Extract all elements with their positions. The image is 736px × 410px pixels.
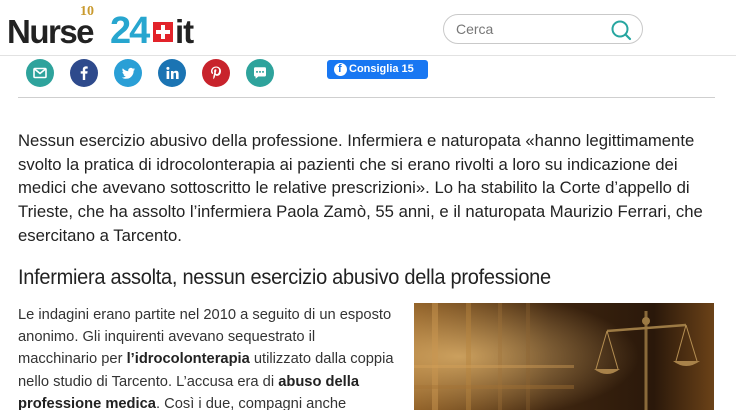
pinterest-share-button[interactable] <box>202 59 230 87</box>
scales-of-justice-photo <box>414 303 714 410</box>
divider <box>18 97 715 98</box>
nurse24-logo[interactable]: Nurse 10 24 it <box>7 4 207 52</box>
logo-number: 24 <box>110 10 150 52</box>
recommend-label: Consiglia 15 <box>349 63 414 75</box>
email-icon <box>33 67 47 79</box>
linkedin-icon <box>166 66 179 79</box>
red-cross-icon <box>153 22 173 42</box>
search-box[interactable] <box>443 14 643 44</box>
facebook-recommend-button[interactable]: f Consiglia 15 <box>327 60 428 79</box>
pinterest-icon <box>211 66 221 80</box>
body-bold-1: l’idrocolonterapia <box>126 351 250 368</box>
facebook-share-button[interactable] <box>70 59 98 87</box>
facebook-logo-icon: f <box>334 63 347 76</box>
twitter-icon <box>121 67 135 79</box>
logo-anniversary: 10 <box>80 4 94 19</box>
sms-icon <box>254 67 266 79</box>
logo-tld: it <box>175 13 194 50</box>
search-icon[interactable] <box>610 19 632 41</box>
site-header: Nurse 10 24 it <box>0 0 736 56</box>
article-body: Le indagini erano partite nel 2010 a seg… <box>18 304 398 410</box>
sms-share-button[interactable] <box>246 59 274 87</box>
article-subheading: Infermiera assolta, nessun esercizio abu… <box>18 265 551 289</box>
facebook-icon <box>80 66 88 80</box>
email-share-button[interactable] <box>26 59 54 87</box>
linkedin-share-button[interactable] <box>158 59 186 87</box>
article-intro: Nessun esercizio abusivo della professio… <box>18 131 703 245</box>
search-input[interactable] <box>456 20 606 38</box>
twitter-share-button[interactable] <box>114 59 142 87</box>
body-text-3: . Così i due, compagni anche <box>155 395 347 410</box>
share-buttons <box>26 59 326 89</box>
